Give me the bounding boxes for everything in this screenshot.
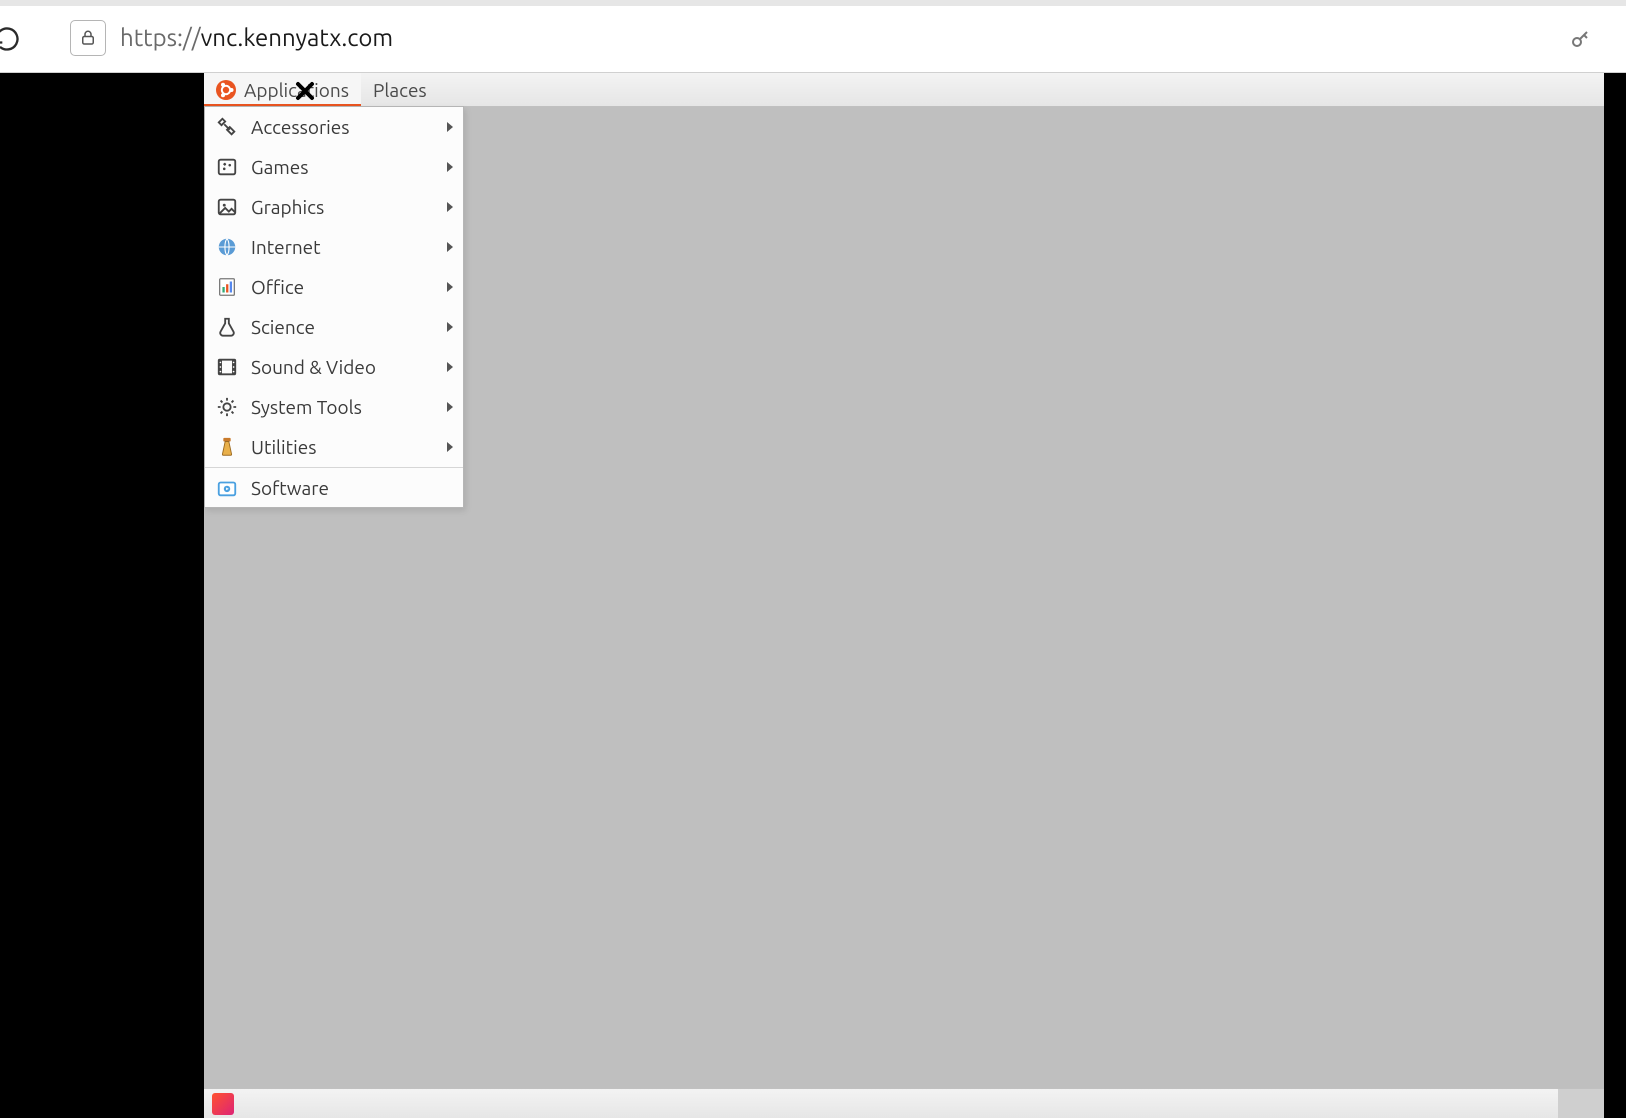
site-security-button[interactable]	[70, 20, 106, 56]
menu-item-label: Science	[251, 316, 439, 338]
bottom-panel	[204, 1088, 1604, 1118]
browser-toolbar: https://vnc.kennyatx.com	[0, 0, 1626, 73]
url-scheme: https://	[120, 24, 201, 51]
science-icon	[215, 315, 239, 339]
remote-desktop[interactable]: Applications Places Accessories Games Grap…	[204, 73, 1604, 1118]
menu-item-sound-video[interactable]: Sound & Video	[205, 347, 463, 387]
accessories-icon	[215, 115, 239, 139]
menu-item-label: Graphics	[251, 196, 439, 218]
reload-icon	[0, 25, 21, 53]
menu-item-games[interactable]: Games	[205, 147, 463, 187]
lock-icon	[79, 29, 97, 47]
submenu-arrow-icon	[447, 162, 453, 172]
ubuntu-logo-icon	[216, 80, 236, 100]
submenu-arrow-icon	[447, 362, 453, 372]
submenu-arrow-icon	[447, 402, 453, 412]
key-icon	[1569, 27, 1593, 51]
menu-item-label: Sound & Video	[251, 356, 439, 378]
games-icon	[215, 155, 239, 179]
submenu-arrow-icon	[447, 282, 453, 292]
menu-item-system-tools[interactable]: System Tools	[205, 387, 463, 427]
menu-item-label: Office	[251, 276, 439, 298]
sound-video-icon	[215, 355, 239, 379]
applications-menu-button[interactable]: Applications	[204, 73, 361, 106]
submenu-arrow-icon	[447, 442, 453, 452]
address-bar[interactable]: https://vnc.kennyatx.com	[120, 24, 393, 51]
menu-item-label: Software	[251, 477, 453, 499]
menu-item-label: Games	[251, 156, 439, 178]
utilities-icon	[215, 435, 239, 459]
browser-tab-strip	[0, 0, 1626, 6]
applications-menu-label: Applications	[244, 79, 349, 101]
passwords-button[interactable]	[1566, 24, 1596, 54]
menu-item-science[interactable]: Science	[205, 307, 463, 347]
page-viewport: Applications Places Accessories Games Grap…	[0, 73, 1626, 1118]
places-menu-button[interactable]: Places	[361, 73, 439, 106]
applications-dropdown: Accessories Games Graphics Internet Office Sc…	[204, 106, 464, 508]
menu-item-office[interactable]: Office	[205, 267, 463, 307]
menu-item-label: System Tools	[251, 396, 439, 418]
software-icon	[215, 476, 239, 500]
system-tray[interactable]	[1558, 1089, 1604, 1118]
menu-item-label: Utilities	[251, 436, 439, 458]
menu-item-utilities[interactable]: Utilities	[205, 427, 463, 467]
graphics-icon	[215, 195, 239, 219]
system-tools-icon	[215, 395, 239, 419]
reload-button[interactable]	[0, 24, 22, 54]
places-menu-label: Places	[373, 79, 427, 101]
menu-item-software[interactable]: Software	[205, 467, 463, 507]
office-icon	[215, 275, 239, 299]
menu-item-accessories[interactable]: Accessories	[205, 107, 463, 147]
menu-item-internet[interactable]: Internet	[205, 227, 463, 267]
menu-item-label: Accessories	[251, 116, 439, 138]
top-panel: Applications Places	[204, 73, 1604, 107]
submenu-arrow-icon	[447, 202, 453, 212]
submenu-arrow-icon	[447, 122, 453, 132]
show-desktop-button[interactable]	[212, 1093, 234, 1115]
menu-item-label: Internet	[251, 236, 439, 258]
submenu-arrow-icon	[447, 322, 453, 332]
menu-item-graphics[interactable]: Graphics	[205, 187, 463, 227]
internet-icon	[215, 235, 239, 259]
submenu-arrow-icon	[447, 242, 453, 252]
url-host: vnc.kennyatx.com	[201, 24, 393, 51]
